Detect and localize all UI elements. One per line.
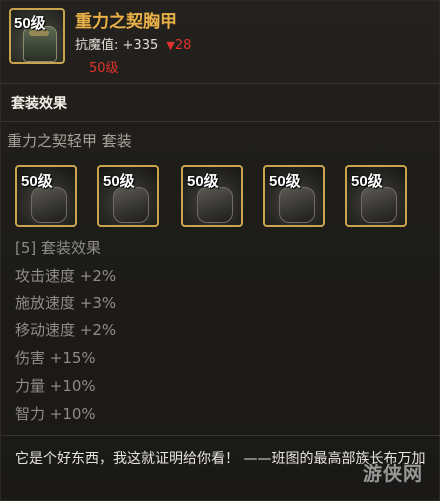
item-tooltip: 50级 重力之契胸甲 抗魔值: +335 ▼28 50级 套装效果 重力之契轻甲… (0, 0, 440, 501)
leg-armor-icon[interactable]: 50级 (263, 165, 325, 227)
chest-armor-icon: 50级 (9, 8, 65, 64)
set-name: 重力之契轻甲 套装 (7, 132, 132, 150)
stat-value: +335 (122, 38, 159, 53)
required-level: 50级 (89, 61, 119, 76)
piece-level-badge: 50级 (351, 173, 383, 190)
bonus-strength: 力量 +10% (15, 377, 96, 395)
piece-level-badge: 50级 (269, 173, 301, 190)
gauntlet-shape (197, 187, 233, 223)
leg-shape (279, 187, 315, 223)
set-effect-header: [5] 套装效果 (15, 239, 102, 257)
helmet-shape (31, 187, 67, 223)
divider (1, 83, 440, 84)
piece-level-badge: 50级 (21, 173, 53, 190)
divider (1, 121, 440, 122)
stat-change-value: 28 (174, 38, 192, 53)
magic-resist-stat: 抗魔值: +335 ▼28 (75, 34, 191, 53)
stat-label: 抗魔值: (75, 38, 119, 53)
set-effect-title: 套装效果 (11, 96, 67, 112)
item-name: 重力之契胸甲 (75, 12, 177, 32)
bonus-cast-speed: 施放速度 +3% (15, 294, 117, 312)
bonus-attack-speed: 攻击速度 +2% (15, 267, 117, 285)
item-level-badge: 50级 (14, 15, 46, 32)
boots-icon[interactable]: 50级 (345, 165, 407, 227)
bonus-move-speed: 移动速度 +2% (15, 321, 117, 339)
piece-level-badge: 50级 (103, 173, 135, 190)
divider (1, 435, 440, 436)
bonus-damage: 伤害 +15% (15, 349, 96, 367)
down-arrow-icon: ▼ (166, 39, 175, 52)
piece-level-badge: 50级 (187, 173, 219, 190)
chest-armor-icon[interactable]: 50级 (97, 165, 159, 227)
helmet-icon[interactable]: 50级 (15, 165, 77, 227)
boots-shape (361, 187, 397, 223)
bonus-intelligence: 智力 +10% (15, 405, 96, 423)
watermark-logo: 游侠网 (363, 463, 424, 485)
stat-change: ▼28 (166, 38, 191, 53)
chest-shape (113, 187, 149, 223)
gauntlet-icon[interactable]: 50级 (181, 165, 243, 227)
